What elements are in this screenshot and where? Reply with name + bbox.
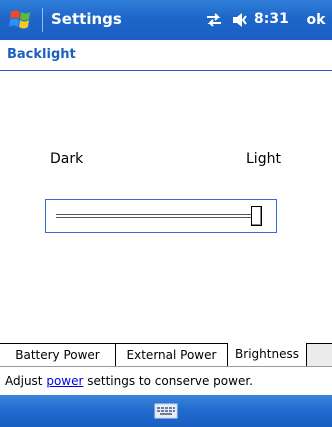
- start-menu-button[interactable]: [4, 4, 40, 36]
- page-title: Backlight: [7, 47, 76, 62]
- keyboard-icon: [154, 403, 178, 419]
- title-separator: [42, 8, 43, 32]
- page-heading-bar: Backlight: [0, 40, 332, 70]
- tab-strip-divider: [0, 366, 332, 367]
- heading-divider: [0, 70, 332, 71]
- status-line: Adjust power settings to conserve power.: [5, 373, 253, 389]
- status-suffix: settings to conserve power.: [83, 374, 253, 388]
- slider-min-label: Dark: [50, 151, 84, 167]
- tab-strip-filler: [307, 343, 332, 366]
- connectivity-icon[interactable]: [204, 10, 224, 30]
- title-bar: Settings 8:31 ok: [0, 0, 332, 40]
- ok-button[interactable]: ok: [302, 5, 330, 35]
- status-prefix: Adjust: [5, 374, 47, 388]
- tab-brightness[interactable]: Brightness: [228, 343, 307, 366]
- power-settings-link[interactable]: power: [46, 374, 83, 388]
- brightness-slider[interactable]: [45, 199, 277, 233]
- tab-battery-power[interactable]: Battery Power: [0, 343, 116, 366]
- windows-start-icon: [9, 10, 30, 29]
- slider-track[interactable]: [56, 214, 262, 218]
- command-bar: [0, 395, 332, 427]
- input-panel-button[interactable]: [154, 402, 178, 420]
- clock[interactable]: 8:31: [254, 10, 289, 28]
- app-title: Settings: [51, 10, 122, 28]
- speaker-volume-icon[interactable]: [230, 10, 252, 30]
- slider-max-label: Light: [246, 151, 281, 167]
- slider-thumb[interactable]: [251, 206, 262, 226]
- tab-external-power[interactable]: External Power: [116, 343, 228, 366]
